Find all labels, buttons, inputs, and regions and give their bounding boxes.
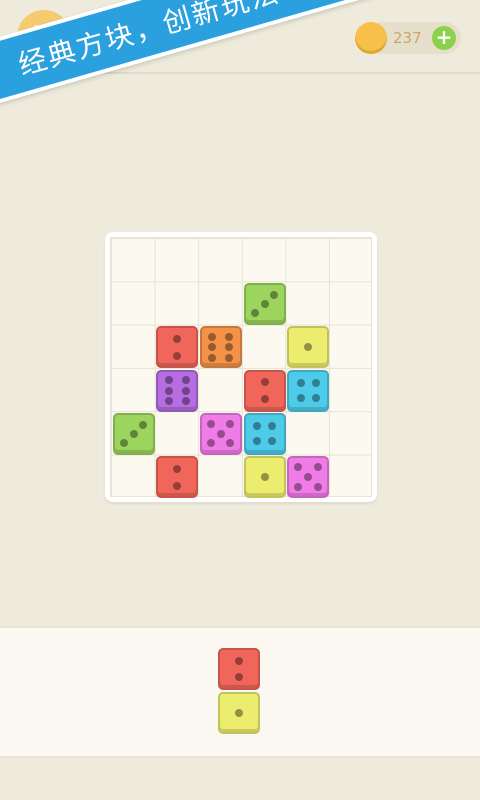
pip	[268, 437, 277, 446]
pip	[181, 376, 190, 384]
yellow-die-1	[287, 326, 330, 369]
pip	[216, 429, 225, 438]
pip	[208, 332, 217, 341]
pip	[226, 420, 235, 429]
pip	[268, 422, 277, 431]
piece-tray	[0, 626, 480, 758]
pip	[225, 343, 234, 352]
pip	[173, 464, 182, 473]
coin-icon	[355, 22, 387, 54]
pip	[252, 437, 261, 446]
pip	[260, 473, 269, 482]
pip	[208, 343, 217, 352]
red-die-2	[156, 456, 199, 499]
yellow-die-1	[218, 692, 260, 734]
pink-die-5	[287, 456, 330, 499]
pip	[313, 482, 322, 491]
pip	[164, 376, 173, 384]
pip	[181, 386, 190, 395]
green-die-3	[243, 282, 286, 325]
purple-die-6	[156, 369, 199, 412]
pip	[129, 429, 138, 438]
pip	[235, 709, 243, 717]
pip	[235, 656, 243, 665]
pip	[181, 397, 190, 405]
pip	[294, 463, 303, 472]
pip	[260, 299, 269, 308]
pip	[173, 481, 182, 490]
pip	[173, 334, 182, 343]
pip	[304, 473, 313, 482]
pip	[164, 397, 173, 405]
red-die-2	[218, 648, 260, 690]
pip	[120, 439, 129, 448]
pip	[208, 353, 217, 362]
cyan-die-4	[243, 412, 286, 455]
pip	[296, 394, 305, 403]
pip	[296, 378, 305, 387]
pip	[294, 482, 303, 491]
board-grid[interactable]	[110, 237, 372, 499]
pip	[173, 351, 182, 360]
pip	[260, 378, 269, 387]
game-board	[105, 232, 377, 502]
red-die-2	[156, 326, 199, 369]
pip	[164, 386, 173, 395]
red-die-2	[243, 369, 286, 412]
pip	[311, 378, 320, 387]
pip	[138, 420, 147, 429]
add-coins-button[interactable]: +	[432, 26, 456, 50]
cyan-die-4	[287, 369, 330, 412]
pip	[311, 394, 320, 403]
pip	[313, 463, 322, 472]
pip	[304, 343, 313, 352]
pip	[260, 394, 269, 403]
pip	[252, 422, 261, 431]
green-die-3	[112, 412, 155, 455]
orange-die-6	[199, 326, 242, 369]
next-piece[interactable]	[218, 648, 262, 738]
pip	[225, 332, 234, 341]
pip	[207, 420, 216, 429]
pip	[251, 309, 260, 318]
pink-die-5	[199, 412, 242, 455]
pip	[207, 439, 216, 448]
yellow-die-1	[243, 456, 286, 499]
pip	[226, 439, 235, 448]
coin-count: 237	[393, 29, 422, 47]
pip	[225, 353, 234, 362]
pip	[235, 673, 243, 682]
pip	[269, 290, 278, 299]
